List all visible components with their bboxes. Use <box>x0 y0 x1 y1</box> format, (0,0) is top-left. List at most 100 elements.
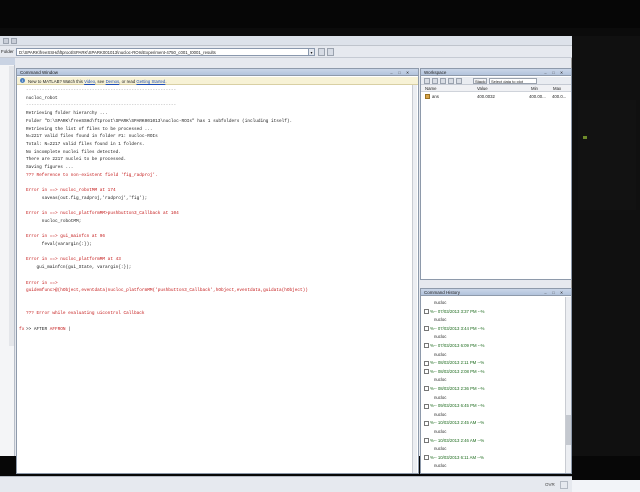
delete-variable-icon[interactable] <box>456 78 462 84</box>
notice-see: , see <box>95 78 105 84</box>
current-folder-label: Folder <box>1 49 14 54</box>
close-icon[interactable]: ✕ <box>405 70 410 75</box>
minimize-icon[interactable]: – <box>543 290 548 295</box>
command-history-panel: Command History – □ ✕ nucloc %-- 07/03/20… <box>420 288 572 474</box>
minimize-icon[interactable]: – <box>389 70 394 75</box>
notice-suffix: . <box>165 78 167 84</box>
history-session-header[interactable]: %-- 10/03/2013 2:46 AM --% <box>424 438 484 443</box>
getting-started-link[interactable]: Getting Started <box>136 79 165 84</box>
background-window <box>578 100 636 210</box>
error-link-line[interactable]: Error in ==> nucloc_platformMM at 43 <box>26 257 121 262</box>
new-variable-icon[interactable] <box>424 78 430 84</box>
close-icon[interactable]: ✕ <box>559 70 564 75</box>
history-command[interactable]: nucloc <box>434 300 446 305</box>
history-session-header[interactable]: %-- 07/03/2013 3:44 PM --% <box>424 326 484 332</box>
collapse-icon[interactable] <box>424 369 429 375</box>
plot-selector[interactable]: Select data to plot <box>489 78 537 84</box>
collapse-icon[interactable] <box>424 343 429 349</box>
function-browser-icon[interactable]: fx <box>19 327 24 332</box>
command-history-list[interactable]: nucloc %-- 07/03/2013 3:37 PM --% nucloc %-… <box>421 297 564 473</box>
history-command[interactable]: nucloc <box>434 352 446 357</box>
command-input[interactable]: AFFRON <box>50 327 66 332</box>
scrollbar-thumb[interactable] <box>566 415 571 445</box>
history-session-header[interactable]: %-- 08/03/2013 2:08 PM --% <box>424 369 484 375</box>
demos-link[interactable]: Demos <box>106 79 120 84</box>
collapse-icon[interactable] <box>424 437 429 443</box>
undock-icon[interactable]: □ <box>551 290 556 295</box>
history-session-header[interactable]: %-- 08/03/2013 2:11 PM --% <box>424 360 484 366</box>
variable-max: 400.0... <box>552 94 567 99</box>
overwrite-mode-indicator: OVR <box>545 482 555 487</box>
output-line: ??? Error while evaluating uicontrol Cal… <box>26 311 145 317</box>
notice-text: New to MATLAB? Watch this Video, see Dem… <box>28 79 167 84</box>
history-session-header[interactable]: %-- 10/03/2013 6:11 AM --% <box>424 455 484 461</box>
history-text: nucloc <box>434 334 447 340</box>
collapse-icon[interactable] <box>424 360 429 366</box>
undock-icon[interactable]: □ <box>397 70 402 75</box>
history-command[interactable]: nucloc <box>434 412 446 417</box>
column-min[interactable]: Min <box>531 86 538 91</box>
history-text: nucloc <box>434 377 447 383</box>
right-desktop-area <box>572 36 640 456</box>
history-session-header[interactable]: %-- 08/03/2013 2:36 PM --% <box>424 386 484 392</box>
column-value[interactable]: Value <box>477 86 488 91</box>
output-line: Saving figures ... <box>26 165 74 170</box>
current-folder-panel-title <box>0 58 15 65</box>
error-link-line[interactable]: Error in ==> nucloc_platformMM>pushbutto… <box>26 211 179 216</box>
chevron-down-icon[interactable]: ▾ <box>308 48 315 56</box>
browse-folder-button[interactable] <box>318 48 325 56</box>
matlab-window: Folder D:\SPARK\freeSSHd\ftproot\SPARK\S… <box>0 36 572 492</box>
history-command[interactable]: nucloc <box>434 334 446 339</box>
error-link-line[interactable]: Error in ==> <box>26 281 58 286</box>
output-line: nucloc_robot <box>26 95 58 101</box>
error-link-line[interactable]: Error in ==> nucloc_robotMM at 174 <box>26 188 116 193</box>
history-command[interactable]: nucloc <box>434 377 446 382</box>
command-window-scrollbar[interactable] <box>412 85 417 473</box>
import-data-icon[interactable] <box>440 78 446 84</box>
collapse-icon[interactable] <box>424 308 429 314</box>
close-icon[interactable]: ✕ <box>559 290 564 295</box>
output-line: ??? Reference to non-existent field 'fig… <box>26 172 158 178</box>
workspace-panel: Workspace – □ ✕ Stack: Select data to pl… <box>420 68 572 280</box>
save-workspace-icon[interactable] <box>448 78 454 84</box>
command-prompt[interactable]: >> AFTER AFFRON | <box>26 327 71 332</box>
resize-grip-icon[interactable] <box>560 481 568 489</box>
minimize-icon[interactable]: – <box>543 70 548 75</box>
history-text: nucloc <box>434 411 447 417</box>
history-session-header[interactable]: %-- 07/03/2013 6:09 PM --% <box>424 343 484 349</box>
undock-icon[interactable]: □ <box>551 70 556 75</box>
collapse-icon[interactable] <box>424 455 429 461</box>
error-link-line[interactable]: Error in ==> gui_mainfcn at 96 <box>26 234 105 239</box>
open-variable-icon[interactable] <box>432 78 438 84</box>
variable-icon <box>425 94 430 99</box>
history-text: %-- 07/03/2013 3:37 PM --% <box>430 308 485 314</box>
collapse-icon[interactable] <box>424 326 429 332</box>
command-output[interactable]: ----------------------------------------… <box>17 85 411 473</box>
history-command[interactable]: nucloc <box>434 429 446 434</box>
background-window-marker <box>583 136 587 139</box>
command-history-scrollbar[interactable] <box>565 297 571 473</box>
error-link-line[interactable]: guidemfunc>@(hObject,eventdata)nucloc_pl… <box>26 288 308 293</box>
table-row[interactable]: ans 400.0032 400.00... 400.0... <box>421 93 571 100</box>
toolbar-button-1[interactable] <box>3 38 9 44</box>
collapse-icon[interactable] <box>424 386 429 392</box>
toolbar-button-2[interactable] <box>11 38 17 44</box>
stack-selector[interactable]: Stack: <box>473 78 487 84</box>
video-link[interactable]: Video <box>84 79 95 84</box>
history-session-header[interactable]: %-- 09/03/2013 6:45 PM --% <box>424 403 484 409</box>
column-max[interactable]: Max <box>553 86 561 91</box>
current-folder-scrollbar[interactable] <box>9 66 14 346</box>
current-folder-input[interactable]: D:\SPARK\freeSSHd\ftproot\SPARK\SPARK001… <box>16 48 310 56</box>
output-line: ----------------------------------------… <box>26 88 177 93</box>
collapse-icon[interactable] <box>424 420 429 426</box>
history-session-header[interactable]: %-- 10/03/2013 2:45 AM --% <box>424 420 484 426</box>
output-line: nucloc_robotMM; <box>26 218 82 224</box>
history-command[interactable]: nucloc <box>434 446 446 451</box>
history-command[interactable]: nucloc <box>434 317 446 322</box>
collapse-icon[interactable] <box>424 403 429 409</box>
history-command[interactable]: nucloc <box>434 463 446 468</box>
up-folder-button[interactable] <box>327 48 334 56</box>
column-name[interactable]: Name <box>425 86 436 91</box>
history-session-header[interactable]: %-- 07/03/2013 3:37 PM --% <box>424 309 484 314</box>
history-command[interactable]: nucloc <box>434 395 446 400</box>
